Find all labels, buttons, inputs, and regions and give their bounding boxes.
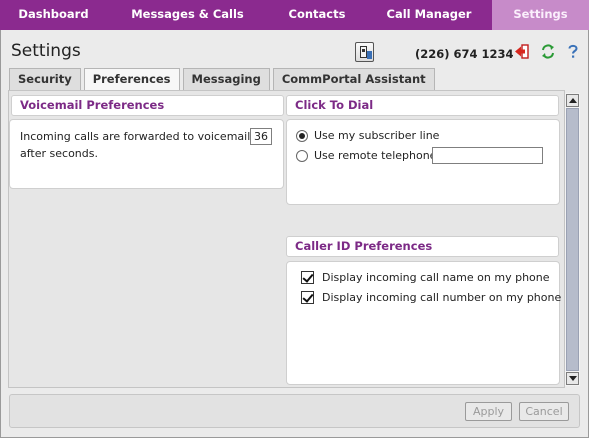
subscriber-line-label: Use my subscriber line (314, 129, 440, 142)
option-subscriber-line[interactable]: Use my subscriber line (296, 129, 439, 142)
subscriber-line-radio[interactable] (296, 129, 308, 142)
nav-call-manager[interactable]: Call Manager (366, 0, 492, 30)
scroll-down-button[interactable] (566, 372, 579, 385)
logout-icon[interactable] (514, 43, 530, 60)
option-remote-telephone[interactable]: Use remote telephone (296, 149, 436, 162)
top-navigation: Dashboard Messages & Calls Contacts Call… (0, 0, 589, 30)
apply-button[interactable]: Apply (465, 402, 512, 421)
caller-id-preferences-header: Caller ID Preferences (286, 236, 559, 257)
option-display-call-number[interactable]: Display incoming call number on my phone (301, 291, 561, 304)
click-to-dial-header: Click To Dial (286, 95, 559, 116)
voicemail-preferences-header: Voicemail Preferences (11, 95, 284, 116)
voicemail-text: Incoming calls are forwarded to voicemai… (20, 130, 251, 160)
display-call-number-label: Display incoming call number on my phone (322, 291, 562, 304)
voicemail-seconds-input[interactable]: 36 (250, 128, 272, 145)
preferences-content: Voicemail Preferences Incoming calls are… (8, 90, 565, 388)
settings-tabs: Security Preferences Messaging CommPorta… (9, 68, 438, 90)
click-to-dial-panel: Use my subscriber line Use remote teleph… (286, 119, 560, 205)
nav-dashboard[interactable]: Dashboard (0, 0, 107, 30)
phone-settings-icon[interactable] (355, 42, 374, 62)
nav-contacts[interactable]: Contacts (268, 0, 366, 30)
remote-telephone-label: Use remote telephone (314, 149, 437, 162)
scroll-thumb[interactable] (566, 108, 579, 371)
tab-commportal-assistant[interactable]: CommPortal Assistant (272, 68, 435, 90)
display-call-name-label: Display incoming call name on my phone (322, 271, 550, 284)
tab-security[interactable]: Security (9, 68, 81, 90)
caller-id-preferences-panel: Display incoming call name on my phone D… (286, 261, 561, 385)
cancel-button[interactable]: Cancel (519, 402, 569, 421)
content-scrollbar[interactable] (565, 93, 580, 386)
main-frame: Settings (226) 674 1234 Security Prefere… (0, 30, 589, 438)
phone-accent (367, 51, 372, 59)
action-footer: Apply Cancel (9, 394, 580, 428)
tab-messaging[interactable]: Messaging (182, 68, 270, 90)
voicemail-description: Incoming calls are forwarded to voicemai… (20, 128, 284, 162)
display-call-number-checkbox[interactable] (301, 291, 314, 304)
nav-messages-calls[interactable]: Messages & Calls (107, 0, 268, 30)
help-icon[interactable] (565, 43, 581, 60)
refresh-icon[interactable] (540, 43, 556, 60)
remote-telephone-input[interactable] (432, 147, 543, 164)
phone-number: (226) 674 1234 (415, 47, 514, 61)
phone-glyph (360, 46, 367, 58)
nav-settings[interactable]: Settings (492, 0, 589, 30)
voicemail-preferences-panel: Incoming calls are forwarded to voicemai… (9, 119, 284, 189)
display-call-name-checkbox[interactable] (301, 271, 314, 284)
option-display-call-name[interactable]: Display incoming call name on my phone (301, 271, 550, 284)
scroll-up-button[interactable] (566, 94, 579, 107)
page-title: Settings (11, 41, 81, 61)
tab-preferences[interactable]: Preferences (83, 68, 180, 90)
remote-telephone-radio[interactable] (296, 149, 308, 162)
